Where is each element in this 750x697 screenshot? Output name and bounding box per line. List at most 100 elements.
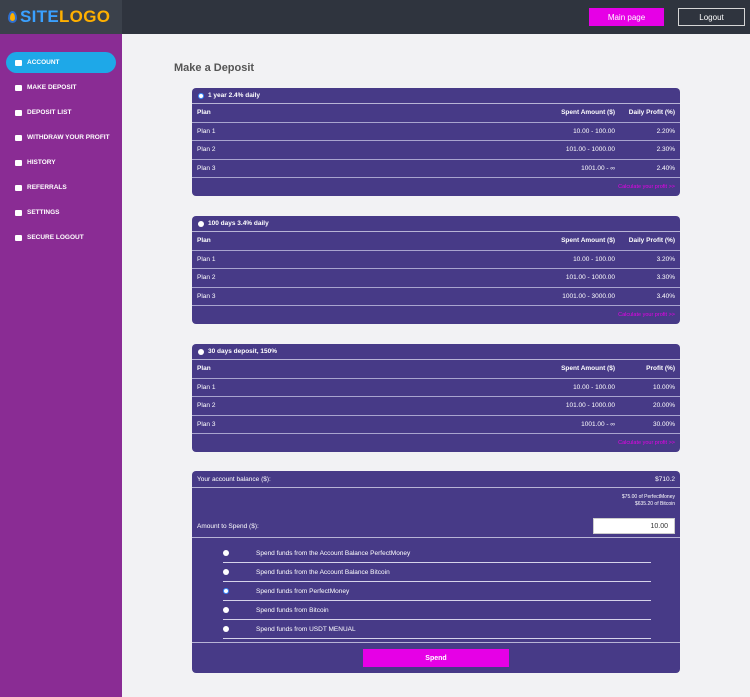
sidebar-item-deposit-list[interactable]: Deposit List <box>6 102 116 123</box>
table-cell: 1001.00 - ∞ <box>581 164 615 172</box>
table-cell: Plan 3 <box>197 164 216 172</box>
table-cell: 3.20% <box>656 255 675 263</box>
page-title: Make a Deposit <box>174 62 255 74</box>
spend-form-panel: Your account balance ($): $710.2 $75.00 … <box>192 471 680 673</box>
column-header: Plan <box>197 109 211 117</box>
column-header: Spent Amount ($) <box>561 109 615 117</box>
dashboard-icon <box>15 59 22 66</box>
table-cell: 101.00 - 1000.00 <box>565 146 615 154</box>
payment-option-label: Spend funds from the Account Balance Per… <box>256 549 411 557</box>
payment-option[interactable]: Spend funds from PerfectMoney <box>223 582 651 601</box>
plan-name: 1 year 2.4% daily <box>208 92 261 99</box>
table-cell: Plan 1 <box>197 127 216 135</box>
column-header: Profit (%) <box>646 365 675 373</box>
radio-icon[interactable] <box>223 607 229 613</box>
radio-icon[interactable] <box>223 550 229 556</box>
location-pin-icon <box>8 11 17 23</box>
table-row: Plan 1 10.00 - 100.00 10.00% <box>192 379 680 397</box>
plan-panel-2: 100 days 3.4% daily Plan Spent Amount ($… <box>192 216 680 324</box>
handshake-icon <box>15 184 22 191</box>
plan-name: 100 days 3.4% daily <box>208 220 269 227</box>
top-header: SITELOGO Main page Logout <box>0 0 750 34</box>
table-row: Plan 1 10.00 - 100.00 3.20% <box>192 251 680 269</box>
table-cell: 30.00% <box>652 420 675 428</box>
table-cell: 3.40% <box>656 292 675 300</box>
table-cell: 2.40% <box>656 164 675 172</box>
sidebar-item-make-deposit[interactable]: Make Deposit <box>6 77 116 98</box>
payment-option-label: Spend funds from the Account Balance Bit… <box>256 568 390 576</box>
settings-icon <box>15 209 22 216</box>
table-header-row: Plan Spent Amount ($) Daily Profit (%) <box>192 232 680 251</box>
sidebar-item-label: Withdraw Your Profit <box>27 134 110 141</box>
calculate-profit-link[interactable]: Calculate your profit >> <box>618 440 675 446</box>
balance-label: Your account balance ($): <box>197 475 271 483</box>
sidebar-item-secure-logout[interactable]: Secure Logout <box>6 227 116 248</box>
table-cell: 10.00% <box>652 383 675 391</box>
table-cell: Plan 2 <box>197 274 216 282</box>
payment-option[interactable]: Spend funds from USDT MENUAL <box>223 620 651 639</box>
table-row: Plan 3 1001.00 - 3000.00 3.40% <box>192 288 680 306</box>
plan-panel-1: 1 year 2.4% daily Plan Spent Amount ($) … <box>192 88 680 196</box>
logo-logo-text: LOGO <box>59 7 111 26</box>
sidebar-item-label: Account <box>27 59 60 66</box>
payment-option[interactable]: Spend funds from Bitcoin <box>223 601 651 620</box>
column-header: Spent Amount ($) <box>561 365 615 373</box>
logo-site-text: SITE <box>20 7 59 26</box>
calculate-profit-link[interactable]: Calculate your profit >> <box>618 312 675 318</box>
table-cell: Plan 1 <box>197 255 216 263</box>
table-cell: 10.00 - 100.00 <box>573 383 615 391</box>
table-cell: Plan 2 <box>197 402 216 410</box>
spend-button[interactable]: Spend <box>363 649 509 667</box>
plan-panel-3: 30 days deposit, 150% Plan Spent Amount … <box>192 344 680 452</box>
table-cell: 3.30% <box>656 274 675 282</box>
column-header: Spent Amount ($) <box>561 237 615 245</box>
table-cell: 10.00 - 100.00 <box>573 255 615 263</box>
table-row: Plan 2 101.00 - 1000.00 20.00% <box>192 397 680 416</box>
table-header-row: Plan Spent Amount ($) Daily Profit (%) <box>192 104 680 123</box>
site-logo[interactable]: SITELOGO <box>0 0 122 34</box>
plan-header[interactable]: 1 year 2.4% daily <box>192 88 680 104</box>
gear-icon <box>15 84 22 91</box>
logout-button[interactable]: Logout <box>678 8 745 26</box>
balance-detail-perfectmoney: $75.00 of PerfectMoney <box>621 494 675 500</box>
balance-row: Your account balance ($): $710.2 <box>192 471 680 488</box>
sidebar-item-label: Make Deposit <box>27 84 77 91</box>
table-cell: 2.20% <box>656 127 675 135</box>
sidebar-item-referrals[interactable]: Referrals <box>6 177 116 198</box>
table-cell: 20.00% <box>652 402 675 410</box>
plan-header[interactable]: 100 days 3.4% daily <box>192 216 680 232</box>
radio-icon[interactable] <box>223 569 229 575</box>
amount-input[interactable] <box>593 518 675 534</box>
table-cell: 1001.00 - 3000.00 <box>562 292 615 300</box>
payment-option-label: Spend funds from USDT MENUAL <box>256 625 356 633</box>
radio-checked-icon[interactable] <box>198 92 204 99</box>
column-header: Daily Profit (%) <box>628 237 675 245</box>
payment-option[interactable]: Spend funds from the Account Balance Per… <box>223 544 651 563</box>
payment-option-label: Spend funds from Bitcoin <box>256 606 329 614</box>
table-header-row: Plan Spent Amount ($) Profit (%) <box>192 360 680 379</box>
radio-icon[interactable] <box>223 626 229 632</box>
sidebar-item-label: Secure Logout <box>27 234 84 241</box>
sidebar-item-withdraw[interactable]: Withdraw Your Profit <box>6 127 116 148</box>
column-header: Daily Profit (%) <box>628 109 675 117</box>
payment-option-label: Spend funds from PerfectMoney <box>256 587 350 595</box>
main-page-button[interactable]: Main page <box>589 8 664 26</box>
table-cell: Plan 3 <box>197 420 216 428</box>
column-header: Plan <box>197 237 211 245</box>
radio-icon[interactable] <box>198 220 204 227</box>
table-row: Plan 2 101.00 - 1000.00 2.30% <box>192 141 680 160</box>
amount-label: Amount to Spend ($): <box>197 522 259 530</box>
sidebar-item-settings[interactable]: Settings <box>6 202 116 223</box>
table-row: Plan 1 10.00 - 100.00 2.20% <box>192 123 680 141</box>
plan-header[interactable]: 30 days deposit, 150% <box>192 344 680 360</box>
sidebar-item-account[interactable]: Account <box>6 52 116 73</box>
search-icon <box>15 109 22 116</box>
calculate-profit-link[interactable]: Calculate your profit >> <box>618 184 675 190</box>
radio-checked-icon[interactable] <box>223 588 229 594</box>
column-header: Plan <box>197 365 211 373</box>
sidebar-item-history[interactable]: History <box>6 152 116 173</box>
radio-icon[interactable] <box>198 348 204 355</box>
payment-option[interactable]: Spend funds from the Account Balance Bit… <box>223 563 651 582</box>
table-row: Plan 3 1001.00 - ∞ 2.40% <box>192 160 680 178</box>
logout-icon <box>15 234 22 241</box>
